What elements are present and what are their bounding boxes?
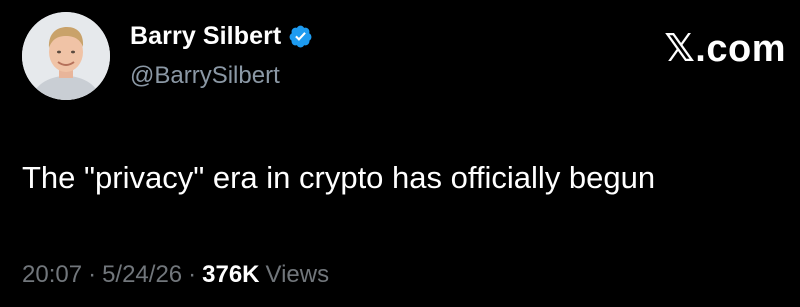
tweet-time[interactable]: 20:07 (22, 261, 82, 289)
author-handle[interactable]: @BarrySilbert (130, 62, 280, 90)
avatar[interactable] (22, 12, 110, 100)
meta-separator: · (188, 261, 197, 288)
tweet-card: Barry Silbert @BarrySilbert 𝕏.com The "p… (0, 0, 800, 307)
verified-badge-icon (288, 24, 313, 49)
tweet-date[interactable]: 5/24/26 (102, 261, 182, 289)
author-name-row: Barry Silbert (130, 22, 313, 51)
views-label: Views (265, 261, 330, 288)
author-display-name[interactable]: Barry Silbert (130, 22, 281, 51)
avatar-image (22, 12, 110, 100)
brand-logo: 𝕏.com (664, 28, 786, 70)
views-count[interactable]: 376K (202, 261, 259, 289)
tweet-meta: 20:07 · 5/24/26 · 376K Views (22, 261, 329, 289)
meta-separator: · (88, 261, 97, 288)
tweet-text: The "privacy" era in crypto has official… (22, 160, 656, 195)
